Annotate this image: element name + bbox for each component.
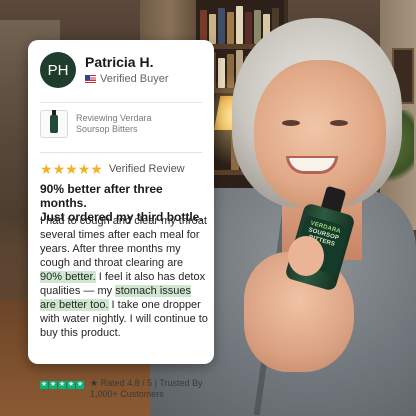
- left-eye: [282, 120, 300, 126]
- trustpilot-star-icon: ★: [58, 381, 66, 389]
- trustpilot-star-icon: ★: [49, 381, 57, 389]
- rating-summary-line-2: 1,000+ Customers: [90, 389, 164, 399]
- trustpilot-star-icon: ★: [67, 381, 75, 389]
- star-icon: ★: [52, 161, 66, 177]
- star-icon: ★: [65, 161, 78, 177]
- book: [236, 6, 243, 44]
- book: [218, 8, 225, 44]
- reviewed-product[interactable]: Reviewing Verdara Soursop Bitters: [40, 110, 152, 138]
- rating-summary-text: Rated 4.8 / 5 | Trusted By: [100, 378, 203, 388]
- trustpilot-star-icon: ★: [76, 381, 84, 389]
- reviewer-name: Patricia H.: [85, 54, 154, 70]
- book: [227, 12, 234, 44]
- product-thumbnail-icon: [40, 110, 68, 138]
- trustpilot-stars: ★ ★ ★ ★ ★: [40, 381, 85, 389]
- reviewer-info: Patricia H. Verified Buyer: [85, 54, 168, 86]
- rating-summary: ★ Rated 4.8 / 5 | Trusted By 1,000+ Cust…: [90, 378, 202, 400]
- right-eye: [330, 120, 348, 126]
- avatar: PH: [40, 52, 76, 88]
- reviewing-label: Reviewing Verdara Soursop Bitters: [76, 113, 152, 135]
- book: [200, 10, 207, 44]
- thumb: [288, 236, 324, 276]
- verified-review-label: Verified Review: [108, 163, 185, 175]
- star-icon: ★: [40, 161, 53, 177]
- headline-line-1: 90% better after three months.: [40, 182, 163, 210]
- verified-buyer-label: Verified Buyer: [100, 73, 169, 85]
- us-flag-icon: [85, 75, 96, 83]
- review-body: I had to cough and clear my throat sever…: [40, 214, 208, 340]
- verified-buyer-badge: Verified Buyer: [85, 72, 168, 86]
- book: [245, 12, 252, 44]
- small-star-icon: ★: [90, 378, 101, 388]
- reviewing-line-1: Reviewing Verdara: [76, 113, 152, 123]
- star-icon: ★: [77, 161, 91, 177]
- rating-summary-line-1: ★ Rated 4.8 / 5 | Trusted By: [90, 378, 202, 389]
- divider: [40, 102, 202, 103]
- review-text: I had to cough and clear my throat sever…: [40, 215, 207, 269]
- divider: [40, 152, 202, 153]
- reviewer-header: PH Patricia H. Verified Buyer: [40, 52, 168, 88]
- book: [209, 14, 216, 44]
- trust-footer: ★ ★ ★ ★ ★ ★ Rated 4.8 / 5 | Trusted By 1…: [40, 378, 202, 400]
- mini-bottle-icon: [50, 110, 58, 133]
- highlighted-text: 90% better.: [40, 271, 96, 283]
- face: [254, 60, 386, 210]
- star-icon: ★: [90, 161, 103, 177]
- trustpilot-star-icon: ★: [40, 381, 48, 389]
- reviewing-line-2: Soursop Bitters: [76, 124, 138, 134]
- review-card: PH Patricia H. Verified Buyer Reviewing …: [28, 40, 214, 399]
- rating-row: ★ ★ ★ ★ ★ Verified Review: [40, 162, 185, 176]
